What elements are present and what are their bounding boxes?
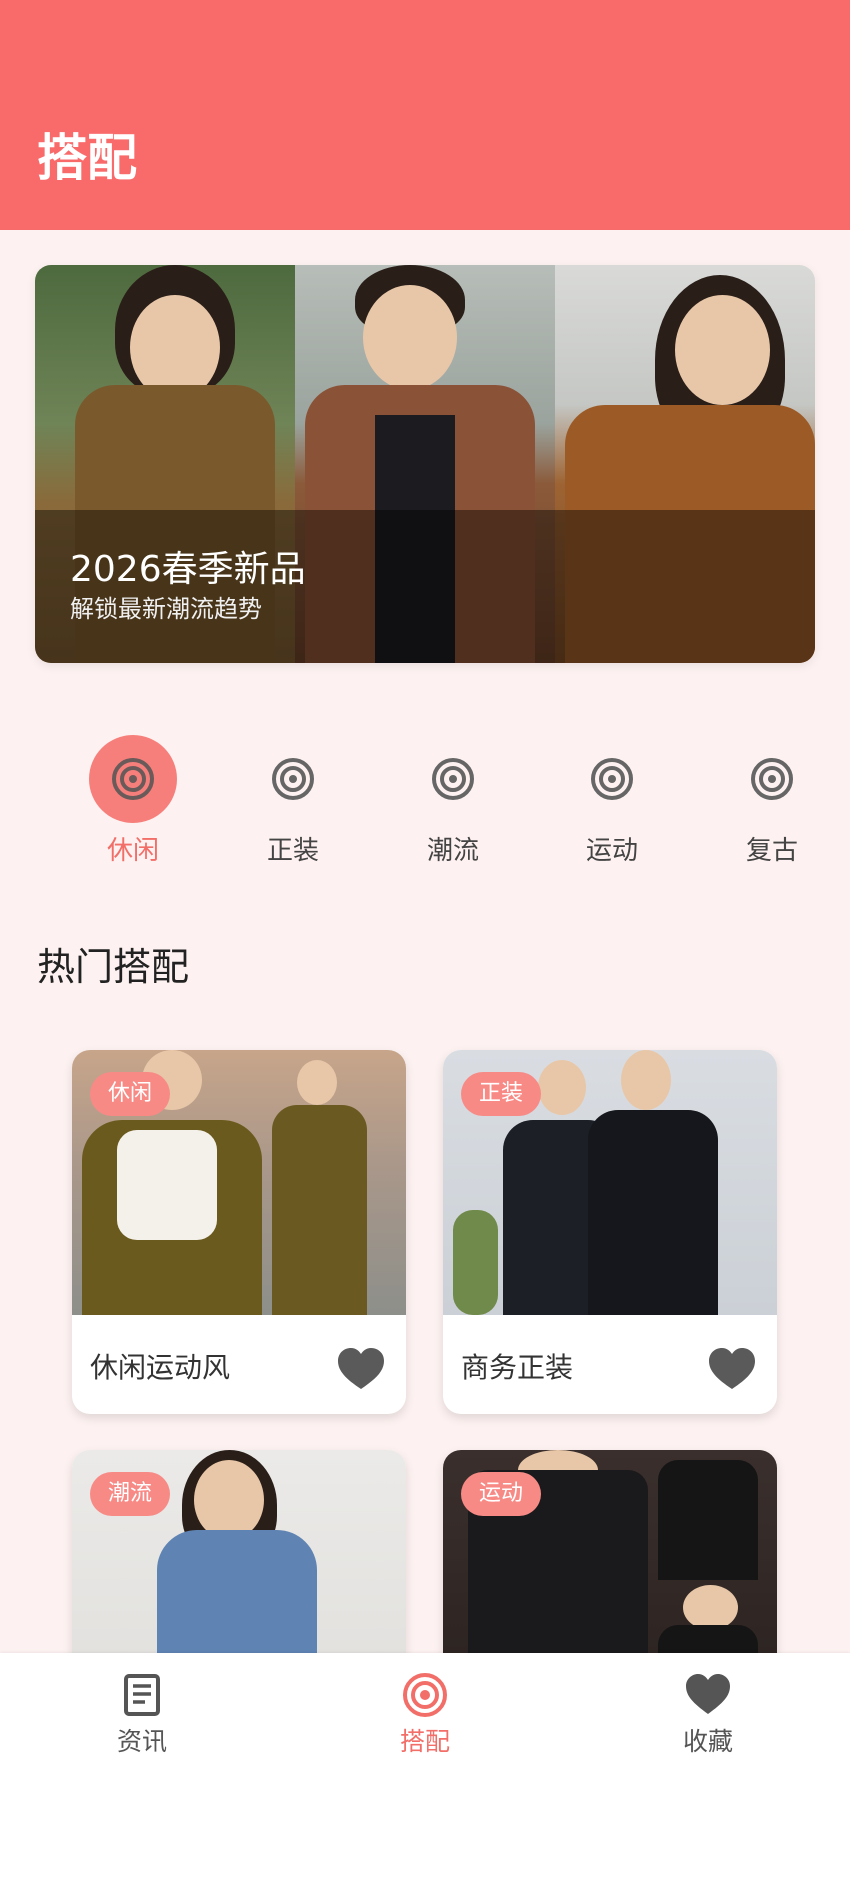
target-icon (591, 758, 633, 800)
category-label: 复古 (745, 836, 798, 866)
category-icon-bg (409, 735, 497, 823)
target-icon (403, 1673, 447, 1717)
category-retro[interactable]: 复古 (722, 735, 822, 869)
document-icon (124, 1674, 160, 1716)
category-tag: 正装 (461, 1072, 542, 1116)
heart-icon (686, 1674, 730, 1714)
outfit-card[interactable]: 休闲 休闲运动风 (72, 1050, 406, 1414)
category-tag: 潮流 (90, 1472, 171, 1516)
category-label: 休闲 (106, 836, 159, 866)
target-icon (112, 758, 154, 800)
app-header: 搭配 (0, 0, 850, 230)
target-icon (272, 758, 314, 800)
tab-news[interactable]: 资讯 (72, 1671, 212, 1759)
bottom-tab-bar: 资讯 搭配 收藏 (0, 1653, 850, 1883)
category-icon-bg (568, 735, 656, 823)
category-label: 正装 (266, 836, 319, 866)
category-trend[interactable]: 潮流 (403, 735, 503, 869)
category-tag: 休闲 (90, 1072, 171, 1116)
category-casual[interactable]: 休闲 (83, 735, 183, 869)
category-icon-bg (728, 735, 816, 823)
tab-label: 收藏 (682, 1727, 733, 1756)
category-label: 潮流 (426, 836, 479, 866)
like-icon[interactable] (707, 1345, 757, 1391)
banner-subtitle: 解锁最新潮流趋势 (70, 595, 262, 623)
category-label: 运动 (585, 836, 638, 866)
category-tag: 运动 (461, 1472, 542, 1516)
target-icon (751, 758, 793, 800)
outfit-name: 休闲运动风 (90, 1351, 231, 1384)
tab-favorites[interactable]: 收藏 (638, 1671, 778, 1759)
category-icon-bg (89, 735, 177, 823)
outfit-name: 商务正装 (461, 1351, 574, 1384)
banner-title: 2026春季新品 (70, 549, 306, 590)
target-icon (432, 758, 474, 800)
tab-label: 资讯 (116, 1727, 167, 1756)
tab-outfits[interactable]: 搭配 (355, 1671, 495, 1759)
like-icon[interactable] (336, 1345, 386, 1391)
category-formal[interactable]: 正装 (243, 735, 343, 869)
page-title: 搭配 (37, 129, 137, 187)
category-sport[interactable]: 运动 (562, 735, 662, 869)
tab-label: 搭配 (399, 1727, 450, 1756)
category-icon-bg (249, 735, 337, 823)
section-title: 热门搭配 (37, 945, 190, 989)
outfit-card[interactable]: 正装 商务正装 (443, 1050, 777, 1414)
promo-banner[interactable]: 2026春季新品 解锁最新潮流趋势 (35, 265, 815, 663)
